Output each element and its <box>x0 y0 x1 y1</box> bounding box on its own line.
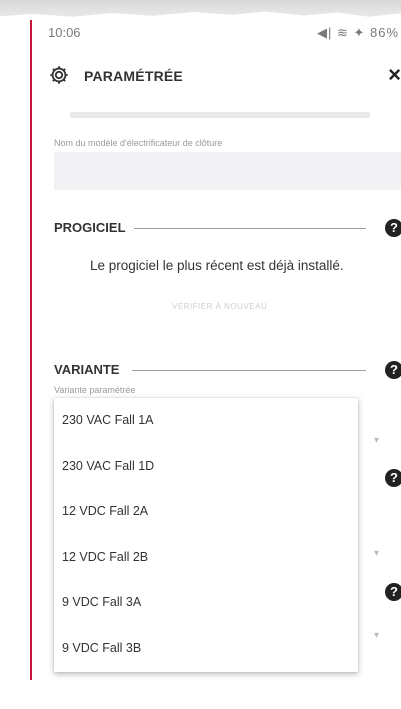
header: PARAMÉTRÉE × <box>48 62 401 92</box>
variant-option[interactable]: 9 VDC Fall 3B <box>54 626 358 672</box>
chevron-down-icon: ▾ <box>374 435 380 446</box>
left-margin-rule <box>30 20 32 680</box>
check-again-button[interactable]: VÉRIFIER À NOUVEAU <box>172 302 267 311</box>
chevron-down-icon: ▾ <box>374 548 380 559</box>
variant-dropdown-menu: 230 VAC Fall 1A 230 VAC Fall 1D 12 VDC F… <box>54 398 358 672</box>
help-icon: ? <box>385 583 401 601</box>
firmware-status-message: Le progiciel le plus récent est déjà ins… <box>90 258 344 273</box>
variant-option[interactable]: 9 VDC Fall 3A <box>54 580 358 626</box>
torn-paper-edge <box>0 0 401 17</box>
variant-option[interactable]: 12 VDC Fall 2A <box>54 489 358 535</box>
status-time: 10:06 <box>48 25 81 40</box>
variant-option[interactable]: 12 VDC Fall 2B <box>54 535 358 581</box>
page-title: PARAMÉTRÉE <box>84 68 183 84</box>
firmware-help-icon[interactable]: ? <box>385 219 401 237</box>
status-indicators: ◀| ≋ ✦ 86% <box>316 25 399 40</box>
help-icon: ? <box>385 469 401 487</box>
faded-divider <box>70 112 370 118</box>
firmware-section-divider <box>134 228 366 229</box>
gear-icon <box>48 64 70 86</box>
variant-section-title: VARIANTE <box>54 362 120 377</box>
chevron-down-icon: ▾ <box>374 630 380 641</box>
close-icon[interactable]: × <box>388 62 401 88</box>
variant-help-icon[interactable]: ? <box>385 361 401 379</box>
variant-option[interactable]: 230 VAC Fall 1A <box>54 398 358 444</box>
variant-option[interactable]: 230 VAC Fall 1D <box>54 444 358 490</box>
variant-section-divider <box>132 370 366 371</box>
variant-field-label: Variante paramétrée <box>54 385 136 395</box>
model-field-label: Nom du modèle d'électrificateur de clôtu… <box>54 138 223 148</box>
model-name-input[interactable] <box>54 152 401 190</box>
status-bar: 10:06 ◀| ≋ ✦ 86% <box>48 22 401 44</box>
firmware-section-title: PROGICIEL <box>54 220 126 235</box>
